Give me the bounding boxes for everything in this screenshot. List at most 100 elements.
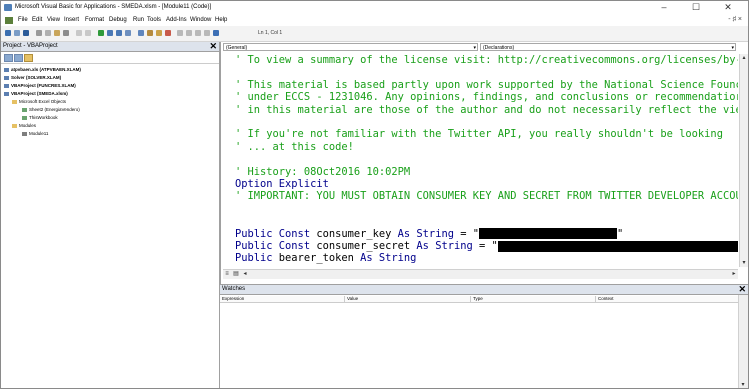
view-code-icon[interactable] — [4, 54, 13, 62]
code-window: (General) ▾ (Declarations) ▾ ' To view a s… — [220, 42, 748, 284]
tree-item-solver[interactable]: Solver (SOLVER.XLAM) — [4, 75, 61, 82]
excel-icon[interactable] — [5, 17, 13, 24]
copy-icon[interactable] — [45, 30, 51, 36]
toggle-folders-icon[interactable] — [24, 54, 33, 62]
code-line[interactable]: ' To view a summary of the license visit… — [235, 54, 738, 66]
chevron-down-icon: ▾ — [473, 45, 476, 51]
menu-bar: File Edit View Insert Format Debug Run T… — [1, 14, 748, 26]
close-icon[interactable]: ✕ — [209, 41, 217, 52]
insert-module-icon[interactable] — [14, 30, 20, 36]
redo-icon[interactable] — [85, 30, 91, 36]
save-icon[interactable] — [23, 30, 29, 36]
project-explorer: Project - VBAProject ✕ atpvbaen.xls (ATP… — [1, 41, 220, 388]
code-vertical-scrollbar[interactable]: ▴ ▾ — [739, 54, 748, 267]
tree-item-thisworkbook[interactable]: ThisWorkbook — [22, 115, 58, 122]
column-expression[interactable]: Expression — [220, 296, 244, 302]
watches-title: Watches — [222, 286, 246, 292]
help-icon[interactable] — [213, 30, 219, 36]
code-line[interactable]: Public bearer_token As String — [235, 252, 416, 264]
project-icon — [4, 75, 9, 80]
toolbox-icon[interactable] — [165, 30, 171, 36]
mdi-window-controls[interactable]: - ♯ × — [728, 16, 742, 23]
code-line[interactable]: Public Const consumer_key As String = " " — [235, 228, 623, 240]
object-dropdown[interactable]: (General) ▾ — [223, 43, 478, 51]
view-object-icon[interactable] — [14, 54, 23, 62]
menu-edit[interactable]: Edit — [32, 17, 42, 23]
cut-icon[interactable] — [36, 30, 42, 36]
menu-add-ins[interactable]: Add-Ins — [166, 17, 187, 23]
object-browser-icon[interactable] — [156, 30, 162, 36]
scroll-down-icon[interactable]: ▾ — [740, 259, 748, 267]
undo-icon[interactable] — [76, 30, 82, 36]
cursor-position: Ln 1, Col 1 — [258, 30, 283, 36]
outdent-icon[interactable] — [186, 30, 192, 36]
tree-folder-modules[interactable]: Modules — [12, 123, 36, 130]
redacted-value — [497, 240, 738, 252]
folder-icon — [12, 99, 17, 104]
properties-icon[interactable] — [147, 30, 153, 36]
menu-tools[interactable]: Tools — [147, 17, 161, 23]
break-icon[interactable] — [107, 30, 113, 36]
comment-block-icon[interactable] — [195, 30, 201, 36]
folder-icon — [12, 123, 17, 128]
minimize-button[interactable]: – — [649, 1, 679, 14]
maximize-button[interactable]: ☐ — [681, 1, 711, 14]
tree-item-atpvbaen[interactable]: atpvbaen.xls (ATPVBAEN.XLAM) — [4, 67, 81, 74]
menu-view[interactable]: View — [47, 17, 60, 23]
code-line[interactable]: ' ... at this code! — [235, 141, 354, 153]
code-horizontal-scrollbar[interactable]: ≡ ▤ ◂ ▸ — [223, 269, 738, 279]
code-line[interactable]: ' This material is based partly upon wor… — [235, 79, 738, 91]
close-button[interactable]: ✕ — [713, 1, 743, 14]
code-line[interactable]: ' in this material are those of the auth… — [235, 104, 738, 116]
scroll-right-icon[interactable]: ▸ — [730, 270, 738, 278]
workbook-icon — [22, 115, 27, 120]
reset-icon[interactable] — [116, 30, 122, 36]
project-explorer-icon[interactable] — [138, 30, 144, 36]
menu-run[interactable]: Run — [133, 17, 144, 23]
menu-window[interactable]: Window — [190, 17, 211, 23]
tree-item-funcres[interactable]: VBAProject (FUNCRES.XLAM) — [4, 83, 76, 90]
scroll-up-icon[interactable]: ▴ — [740, 54, 748, 62]
find-icon[interactable] — [63, 30, 69, 36]
module-icon — [22, 131, 27, 136]
tree-item-module11[interactable]: Module11 — [22, 131, 48, 138]
tree-folder-excel-objects[interactable]: Microsoft Excel Objects — [12, 99, 66, 106]
indent-icon[interactable] — [177, 30, 183, 36]
tree-item-smeda[interactable]: VBAProject (SMEDA.xlsm) — [4, 91, 68, 98]
close-icon[interactable]: ✕ — [738, 284, 746, 295]
menu-debug[interactable]: Debug — [109, 17, 127, 23]
code-line[interactable]: Option Explicit — [235, 178, 329, 190]
code-line[interactable]: Public Const consumer_secret As String =… — [235, 240, 738, 252]
vba-app-icon — [4, 4, 12, 11]
sheet-icon — [22, 107, 27, 112]
procedure-dropdown[interactable]: (Declarations) ▾ — [480, 43, 736, 51]
standard-toolbar: Ln 1, Col 1 — [1, 26, 748, 42]
column-value[interactable]: Value — [344, 296, 358, 302]
scroll-left-icon[interactable]: ◂ — [241, 270, 249, 278]
run-icon[interactable] — [98, 30, 104, 36]
watches-title-bar: Watches ✕ — [220, 284, 748, 295]
paste-icon[interactable] — [54, 30, 60, 36]
scroll-down-icon[interactable]: ▾ — [739, 381, 747, 388]
code-editor[interactable]: ' To view a summary of the license visit… — [223, 54, 738, 267]
vbe-window: Microsoft Visual Basic for Applications … — [0, 0, 749, 389]
tree-item-sheet2[interactable]: Sheet2 (EnergiaVendero) — [22, 107, 80, 114]
watches-scrollbar[interactable]: ▾ — [738, 295, 748, 388]
view-excel-icon[interactable] — [5, 30, 11, 36]
project-explorer-title: Project - VBAProject — [3, 43, 58, 49]
menu-insert[interactable]: Insert — [64, 17, 79, 23]
code-line[interactable]: ' History: 08Oct2016 10:02PM — [235, 166, 410, 178]
procedure-view-icon[interactable]: ≡ — [223, 270, 231, 278]
menu-file[interactable]: File — [18, 17, 28, 23]
code-line[interactable]: ' under ECCS - 1231046. Any opinions, fi… — [235, 91, 738, 103]
menu-format[interactable]: Format — [85, 17, 104, 23]
column-type[interactable]: Type — [470, 296, 483, 302]
design-mode-icon[interactable] — [125, 30, 131, 36]
code-line[interactable]: ' If you're not familiar with the Twitte… — [235, 128, 723, 140]
project-icon — [4, 91, 9, 96]
menu-help[interactable]: Help — [215, 17, 227, 23]
code-line[interactable]: ' IMPORTANT: YOU MUST OBTAIN CONSUMER KE… — [235, 190, 738, 202]
column-context[interactable]: Context — [595, 296, 614, 302]
module-view-icon[interactable]: ▤ — [232, 270, 240, 278]
uncomment-block-icon[interactable] — [204, 30, 210, 36]
